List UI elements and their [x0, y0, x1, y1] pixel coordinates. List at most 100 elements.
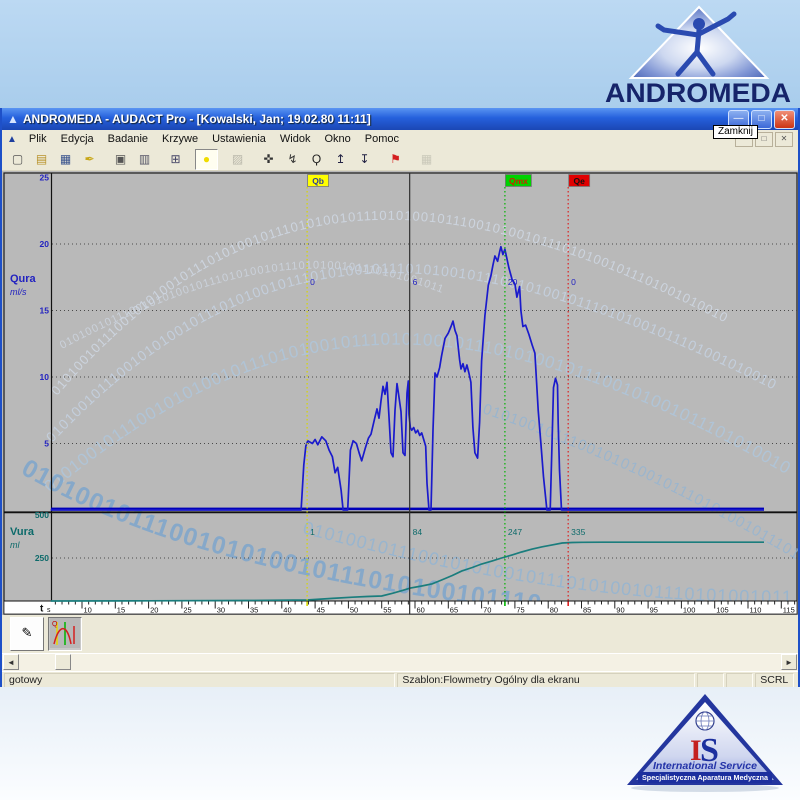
marker-flow-value-Qb: 0	[310, 277, 315, 287]
print-button[interactable]: ▣	[109, 149, 132, 170]
bottom-banner: I S International Service Specjalistyczn…	[0, 687, 800, 800]
flag-marker-button[interactable]: ⚑	[384, 149, 407, 170]
chart-area[interactable]: 0101001011100101010010111010100101110101…	[2, 171, 798, 615]
volume-ytick-label: 500	[35, 510, 49, 520]
scroll-left-arrow[interactable]: ◄	[3, 654, 19, 670]
flow-curve-icon: Q	[50, 618, 80, 648]
ruler-tick-label: 25	[183, 606, 191, 615]
hint-lightbulb-icon: ●	[203, 152, 210, 166]
menu-edycja[interactable]: Edycja	[54, 132, 101, 146]
print-preview-icon: ▥	[139, 152, 150, 166]
ruler-tick-label: 95	[650, 606, 658, 615]
globe-icon	[696, 712, 714, 730]
flow-ytick-label: 5	[44, 439, 49, 449]
key-access-button[interactable]: ✒	[78, 149, 101, 170]
ruler-tick-label: 100	[683, 606, 696, 615]
flow-ytick-label: 15	[40, 306, 50, 316]
zoom-button[interactable]: Ϙ	[305, 149, 328, 170]
menu-widok[interactable]: Widok	[273, 132, 318, 146]
marker-curve-up-button[interactable]: ↥	[329, 149, 352, 170]
ruler-tick-label: 70	[483, 606, 491, 615]
volume-axis-title: Vura	[10, 526, 35, 538]
ruler-tick-label: 10	[84, 606, 92, 615]
toolbar-separator	[377, 150, 384, 169]
menu-pomoc[interactable]: Pomoc	[358, 132, 406, 146]
scroll-thumb[interactable]	[55, 654, 71, 670]
marker-flag-label-Qb: Qb	[312, 176, 324, 186]
marker-volume-value-Qmx: 247	[508, 527, 522, 537]
toolbar-separator	[157, 150, 164, 169]
menu-bar: ▲ PlikEdycjaBadanieKrzyweUstawieniaWidok…	[2, 130, 798, 148]
ruler-tick-label: 80	[550, 606, 558, 615]
ruler-tick-label: 50	[350, 606, 358, 615]
exam-thumbnail-row: ✎ Q	[2, 615, 798, 653]
mdi-child-icon: ▲	[7, 134, 17, 145]
copy-button[interactable]: ⊞	[164, 149, 187, 170]
menu-plik[interactable]: Plik	[22, 132, 54, 146]
is-line2: Specjalistyczna Aparatura Medyczna	[642, 775, 768, 782]
ruler-tick-label: 45	[317, 606, 325, 615]
toolbar-separator	[408, 150, 415, 169]
menu-krzywe[interactable]: Krzywe	[155, 132, 205, 146]
marker-flag-label-Qmx: Qmx	[509, 176, 528, 186]
marker-curve-up-icon: ↥	[335, 152, 345, 166]
status-ready: gotowy	[4, 673, 395, 688]
andromeda-wordmark: ANDROMEDA	[605, 78, 791, 106]
auto-analysis-button[interactable]: ↯	[281, 149, 304, 170]
auto-analysis-icon: ↯	[287, 152, 297, 166]
flow-ytick-label: 10	[40, 372, 50, 382]
open-file-icon: ▤	[36, 152, 47, 166]
copy-icon: ⊞	[170, 152, 180, 166]
title-bar[interactable]: ▲ ANDROMEDA - AUDACT Pro - [Kowalski, Ja…	[2, 108, 798, 130]
menu-okno[interactable]: Okno	[317, 132, 357, 146]
flow-axis-unit: ml/s	[10, 287, 27, 297]
andromeda-logo: ANDROMEDA	[602, 4, 794, 106]
volume-axis-unit: ml	[10, 540, 20, 550]
pattern-disabled-button: ▦	[415, 149, 438, 170]
new-document-button[interactable]: ▢	[6, 149, 29, 170]
ruler-tick-label: 15	[117, 606, 125, 615]
flow-ytick-label: 20	[40, 239, 50, 249]
ruler-tick-label: 20	[150, 606, 158, 615]
ruler-tick-label: 30	[217, 606, 225, 615]
flow-ytick-label: 25	[40, 173, 50, 183]
ruler-tick-label: 115	[783, 606, 795, 615]
status-panel-2	[726, 673, 753, 688]
print-icon: ▣	[115, 152, 126, 166]
marker-curve-down-icon: ↧	[359, 152, 369, 166]
menu-badanie[interactable]: Badanie	[101, 132, 155, 146]
menu-ustawienia[interactable]: Ustawienia	[205, 132, 273, 146]
international-service-logo: I S International Service Specjalistyczn…	[624, 692, 786, 794]
close-tooltip: Zamknij	[713, 125, 758, 139]
open-file-button[interactable]: ▤	[30, 149, 53, 170]
close-button[interactable]: ✕	[774, 110, 795, 129]
hint-lightbulb-button[interactable]: ●	[195, 149, 218, 170]
ruler-tick-label: 65	[450, 606, 458, 615]
app-window: ▲ ANDROMEDA - AUDACT Pro - [Kowalski, Ja…	[0, 108, 800, 687]
time-axis-unit: s	[47, 607, 51, 614]
ruler-tick-label: 105	[716, 606, 729, 615]
app-icon: ▲	[7, 112, 19, 126]
scroll-right-arrow[interactable]: ►	[781, 654, 797, 670]
mdi-close-button[interactable]: ✕	[775, 132, 793, 147]
print-preview-button[interactable]: ▥	[133, 149, 156, 170]
ruler-tick-label: 75	[516, 606, 524, 615]
status-scroll-lock: SCRL	[755, 673, 794, 688]
exam-flow-curve-button[interactable]: Q	[48, 617, 82, 651]
marker-flow-value-Qe: 0	[571, 277, 576, 287]
flow-axis-title: Qura	[10, 273, 37, 285]
horizontal-scrollbar[interactable]: ◄ ►	[2, 653, 798, 671]
top-banner: ANDROMEDA	[0, 0, 800, 108]
exam-notes-button[interactable]: ✎	[10, 617, 44, 651]
marker-flow-value-cursor: 6	[413, 277, 418, 287]
marker-curve-down-button[interactable]: ↧	[353, 149, 376, 170]
is-line1: International Service	[653, 760, 757, 772]
toolbar-separator	[188, 150, 195, 169]
pattern-disabled-icon: ▦	[421, 152, 432, 166]
save-button[interactable]: ▦	[54, 149, 77, 170]
toolbar-separator	[102, 150, 109, 169]
pencil-icon: ✎	[22, 625, 33, 640]
calibration-scale-button[interactable]: ✜	[257, 149, 280, 170]
ruler-tick-label: 40	[283, 606, 291, 615]
window-title: ANDROMEDA - AUDACT Pro - [Kowalski, Jan;…	[23, 112, 726, 126]
